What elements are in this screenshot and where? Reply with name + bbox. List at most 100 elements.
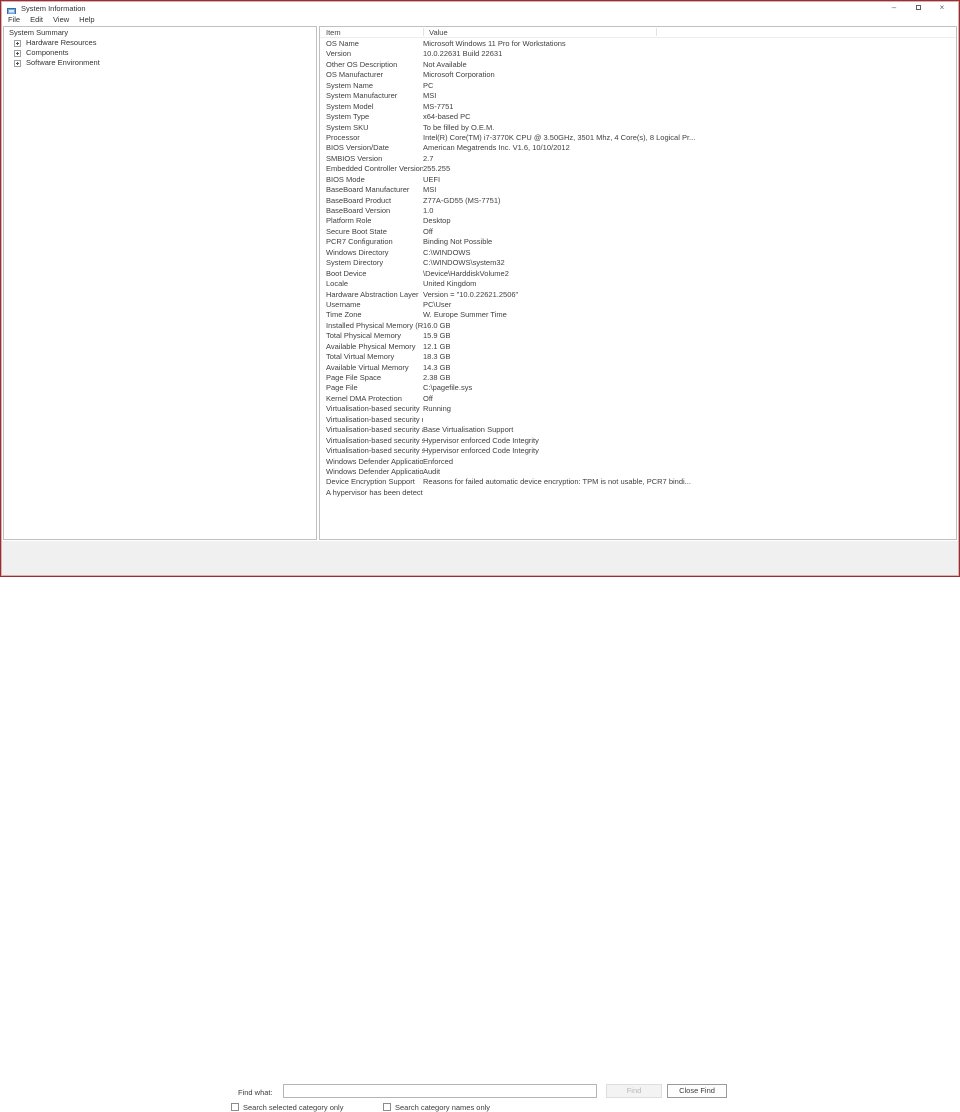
table-row[interactable]: Kernel DMA Protection Off: [320, 394, 956, 404]
search-category-names-checkbox[interactable]: [383, 1103, 391, 1111]
table-row[interactable]: Boot Device \Device\HarddiskVolume2: [320, 269, 956, 279]
item-cell: SMBIOS Version: [326, 153, 383, 163]
value-cell: Off: [423, 226, 433, 236]
restore-icon[interactable]: [906, 2, 930, 14]
table-row[interactable]: Username PC\User: [320, 300, 956, 310]
value-cell: 18.3 GB: [423, 352, 451, 362]
value-cell: Microsoft Windows 11 Pro for Workstation…: [423, 39, 566, 48]
table-row[interactable]: Installed Physical Memory (RAM)16.0 GB: [320, 321, 956, 331]
system-information-app-icon: [7, 4, 16, 17]
value-cell: Audit: [423, 466, 441, 476]
item-cell: Windows Defender Application...: [326, 456, 423, 466]
table-row[interactable]: Windows Defender Application...Enforced: [320, 457, 956, 467]
table-row[interactable]: Virtualisation-based security se...Hyper…: [320, 446, 956, 456]
column-divider[interactable]: [423, 28, 424, 36]
find-button[interactable]: Find: [606, 1084, 662, 1098]
item-cell: Hardware Abstraction Layer: [326, 289, 419, 299]
item-cell: Virtualisation-based security: [326, 404, 420, 414]
table-row[interactable]: BIOS Version/Date American Megatrends Inc…: [320, 143, 956, 153]
find-input[interactable]: [283, 1084, 597, 1098]
table-row[interactable]: Windows Directory C:\WINDOWS: [320, 248, 956, 258]
table-row[interactable]: System Directory C:\WINDOWS\system32: [320, 258, 956, 268]
table-row[interactable]: Total Physical Memory 15.9 GB: [320, 331, 956, 341]
item-cell: Device Encryption Support: [326, 477, 415, 487]
item-cell: Installed Physical Memory (RAM): [326, 320, 423, 330]
table-row[interactable]: BaseBoard Product Z77A-GD55 (MS-7751): [320, 196, 956, 206]
search-selected-category-checkbox[interactable]: [231, 1103, 239, 1111]
table-row[interactable]: Page File C:\pagefile.sys: [320, 383, 956, 393]
value-cell: MSI: [423, 185, 437, 195]
tree-item-system-summary[interactable]: System Summary: [4, 28, 316, 38]
title-bar: System Information – ×: [2, 2, 958, 17]
item-cell: Windows Directory: [326, 247, 389, 257]
menu-view[interactable]: View: [48, 15, 74, 24]
tree-item[interactable]: Hardware Resources: [4, 38, 316, 48]
value-cell: \Device\HarddiskVolume2: [423, 268, 509, 278]
table-row[interactable]: PCR7 Configuration Binding Not Possible: [320, 237, 956, 247]
table-row[interactable]: Virtualisation-based security Running: [320, 404, 956, 414]
table-row[interactable]: Other OS Description Not Available: [320, 60, 956, 70]
table-row[interactable]: A hypervisor has been detecte...: [320, 488, 956, 498]
item-cell: Virtualisation-based security re...: [326, 414, 423, 424]
value-cell: 10.0.22631 Build 22631: [423, 49, 503, 59]
menu-file[interactable]: File: [2, 15, 25, 24]
table-row[interactable]: Device Encryption Support Reasons for fai…: [320, 477, 956, 487]
table-row[interactable]: Processor Intel(R) Core(TM) i7-3770K CPU …: [320, 133, 956, 143]
table-row[interactable]: Secure Boot State Off: [320, 227, 956, 237]
value-cell: C:\WINDOWS: [423, 247, 471, 257]
expand-plus-icon[interactable]: [14, 39, 21, 47]
table-row[interactable]: System Name PC: [320, 81, 956, 91]
table-row[interactable]: BaseBoard Version 1.0: [320, 206, 956, 216]
table-row[interactable]: Locale United Kingdom: [320, 279, 956, 289]
table-row[interactable]: Embedded Controller Version 255.255: [320, 164, 956, 174]
column-divider[interactable]: [656, 28, 657, 36]
table-row[interactable]: BIOS Mode UEFI: [320, 175, 956, 185]
item-cell: System Name: [326, 80, 374, 90]
menu-edit[interactable]: Edit: [25, 15, 48, 24]
minimize-icon[interactable]: –: [882, 2, 906, 14]
table-row[interactable]: Platform Role Desktop: [320, 216, 956, 226]
item-cell: OS Name: [326, 39, 359, 48]
table-row[interactable]: Total Virtual Memory 18.3 GB: [320, 352, 956, 362]
table-row[interactable]: Windows Defender Application...Audit: [320, 467, 956, 477]
table-row[interactable]: Virtualisation-based security re...: [320, 415, 956, 425]
item-cell: Secure Boot State: [326, 226, 387, 236]
column-header-item[interactable]: Item: [326, 28, 341, 37]
expand-plus-icon[interactable]: [14, 49, 21, 57]
table-row[interactable]: SMBIOS Version 2.7: [320, 154, 956, 164]
value-cell: Off: [423, 393, 433, 403]
value-cell: [423, 488, 956, 498]
table-row[interactable]: Hardware Abstraction Layer Version = "10.…: [320, 290, 956, 300]
value-cell: Enforced: [423, 456, 454, 466]
category-tree-pane: System Summary Hardware Resources Compone…: [3, 26, 317, 540]
table-row[interactable]: Page File Space 2.38 GB: [320, 373, 956, 383]
table-row[interactable]: Virtualisation-based security av...Base …: [320, 425, 956, 435]
table-row[interactable]: OS Manufacturer Microsoft Corporation: [320, 70, 956, 80]
table-row[interactable]: Available Virtual Memory 14.3 GB: [320, 363, 956, 373]
table-row[interactable]: OS Name Microsoft Windows 11 Pro for Work…: [320, 39, 956, 49]
table-row[interactable]: System Type x64-based PC: [320, 112, 956, 122]
value-cell: [423, 415, 956, 425]
value-cell: Hypervisor enforced Code Integrity: [423, 446, 539, 456]
tree-item[interactable]: Software Environment: [4, 58, 316, 68]
table-row[interactable]: System Model MS-7751: [320, 102, 956, 112]
item-cell: Boot Device: [326, 268, 367, 278]
item-cell: Virtualisation-based security av...: [326, 425, 423, 435]
table-row[interactable]: BaseBoard Manufacturer MSI: [320, 185, 956, 195]
value-cell: Intel(R) Core(TM) i7-3770K CPU @ 3.50GHz…: [423, 132, 696, 142]
table-row[interactable]: Version 10.0.22631 Build 22631: [320, 49, 956, 59]
table-row[interactable]: Time Zone W. Europe Summer Time: [320, 310, 956, 320]
item-cell: Embedded Controller Version: [326, 164, 423, 174]
table-row[interactable]: System SKU To be filled by O.E.M.: [320, 123, 956, 133]
tree-item[interactable]: Components: [4, 48, 316, 58]
menu-bar: File Edit View Help: [2, 14, 958, 25]
column-header-value[interactable]: Value: [429, 28, 448, 37]
table-row[interactable]: Virtualisation-based security se...Hyper…: [320, 436, 956, 446]
close-icon[interactable]: ×: [930, 2, 954, 14]
table-row[interactable]: Available Physical Memory 12.1 GB: [320, 342, 956, 352]
table-row[interactable]: System Manufacturer MSI: [320, 91, 956, 101]
close-find-button[interactable]: Close Find: [667, 1084, 727, 1098]
menu-help[interactable]: Help: [74, 15, 99, 24]
expand-plus-icon[interactable]: [14, 59, 21, 67]
item-cell: System Model: [326, 101, 374, 111]
